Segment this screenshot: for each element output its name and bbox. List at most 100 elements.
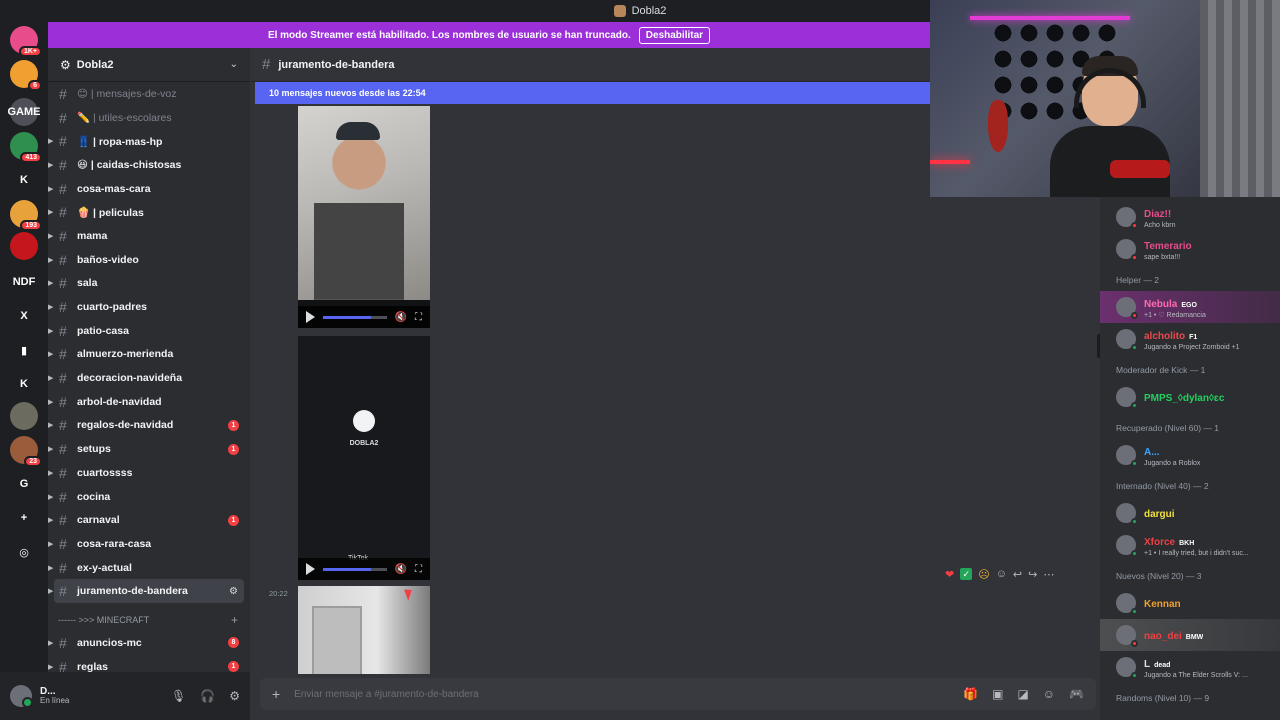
channel-item[interactable]: ▶ # reglas 1 [48, 655, 250, 672]
check-reaction-icon[interactable]: ✓ [960, 568, 973, 580]
member-text: alcholito F1 Jugando a Project Zomboid +1 [1144, 326, 1240, 352]
fullscreen-icon[interactable]: ⛶ [415, 564, 422, 575]
new-messages-bar[interactable]: 10 mensajes nuevos desde las 22:54 [255, 82, 930, 104]
server-icon[interactable]: 1K+ [10, 26, 42, 57]
member-item[interactable]: alcholito F1 Jugando a Project Zomboid +1 [1100, 323, 1280, 355]
server-icon[interactable]: X [10, 302, 38, 330]
channel-item[interactable]: ▶ # 👖 | ropa-mas-hp [48, 129, 250, 153]
chevron-down-icon[interactable]: ⌄ [230, 59, 238, 70]
channel-item[interactable]: ▶ # arbol-de-navidad [48, 390, 250, 414]
category-minecraft[interactable]: ------ >>> MINECRAFT + [48, 609, 250, 631]
message-input[interactable]: Enviar mensaje a #juramento-de-bandera [294, 689, 479, 700]
server-header[interactable]: ⚙ Dobla2 ⌄ [48, 48, 250, 82]
server-icon[interactable] [10, 402, 38, 430]
server-icon[interactable]: G [10, 470, 38, 498]
headphones-icon[interactable]: 🎧 [200, 689, 215, 703]
message-actions: ❤ ✓ ☹ ☺ ↩ ↪ ⋯ [945, 568, 1054, 581]
message-composer[interactable]: + Enviar mensaje a #juramento-de-bandera… [260, 678, 1096, 710]
member-item[interactable]: Kennan [1100, 587, 1280, 619]
fullscreen-icon[interactable]: ⛶ [415, 312, 422, 323]
member-item[interactable]: PMPS_◊dylan◊ɛc [1100, 381, 1280, 413]
notification-badge: 1K+ [18, 46, 42, 57]
emoji-reaction-icon[interactable]: ☹ [978, 568, 989, 581]
heart-reaction-icon[interactable]: ❤ [945, 568, 954, 581]
channel-item-active[interactable]: ▶ # juramento-de-bandera ⚙ [48, 579, 244, 604]
video-attachment[interactable]: DOBLA2 TikTok 🔇 ⛶ [298, 336, 430, 580]
server-icon[interactable]: ▮ [10, 336, 38, 364]
collapse-arrow-icon: ▶ [48, 639, 54, 647]
channel-item[interactable]: ▶ # decoracion-navideña [48, 366, 250, 390]
channel-item[interactable]: ▶ # ex-y-actual [48, 556, 250, 580]
channel-item[interactable]: ▶ # cuarto-padres [48, 295, 250, 319]
attach-plus-icon[interactable]: + [272, 686, 280, 702]
play-icon[interactable] [306, 311, 315, 323]
video-attachment[interactable]: 🔇 ⛶ [298, 106, 430, 328]
server-icon[interactable]: 413 [10, 132, 42, 163]
channel-label: anuncios-mc [77, 636, 142, 649]
user-avatar[interactable] [10, 685, 33, 708]
server-icon[interactable]: ◎ [10, 538, 38, 566]
gif-icon[interactable]: ▣ [992, 687, 1003, 701]
apps-icon[interactable]: 🎮 [1069, 687, 1084, 701]
member-item[interactable]: Diaz!! Acho kbrn [1100, 201, 1280, 233]
member-item[interactable]: dargui [1100, 497, 1280, 529]
channel-item[interactable]: ▶ # cosa-mas-cara [48, 177, 250, 201]
play-icon[interactable] [306, 563, 315, 575]
member-item[interactable]: Xforce BKH +1 • I really tried, but i didn… [1100, 529, 1280, 561]
server-icon[interactable]: K [10, 370, 38, 398]
emoji-icon[interactable]: ☺ [1043, 687, 1055, 701]
channel-item[interactable]: ▶ # cuartossss [48, 461, 250, 485]
channel-settings-icon[interactable]: ⚙ [229, 586, 238, 597]
gift-icon[interactable]: 🎁 [963, 687, 978, 701]
channel-item[interactable]: ▶ # regalos-de-navidad 1 [48, 414, 250, 438]
more-icon[interactable]: ⋯ [1043, 568, 1054, 581]
channel-item[interactable]: ▶ # setups 1 [48, 437, 250, 461]
channel-item[interactable]: # 😊 | mensajes-de-voz [48, 82, 250, 106]
channel-label: arbol-de-navidad [77, 395, 162, 408]
channel-label: sala [77, 277, 98, 290]
member-item[interactable]: Nebula EGO +1 • ♡ Redamancia [1100, 291, 1280, 323]
disable-streamer-button[interactable]: Deshabilitar [638, 26, 711, 44]
server-icon[interactable]: 23 [10, 436, 42, 467]
volume-icon[interactable]: 🔇 [395, 564, 407, 575]
server-icon[interactable]: GAME [8, 98, 41, 126]
server-icon[interactable] [10, 232, 38, 260]
forward-icon[interactable]: ↪ [1028, 568, 1037, 581]
member-tag: dead [1154, 661, 1171, 669]
channel-item[interactable]: ▶ # 😆 | caidas-chistosas [48, 153, 250, 177]
member-item[interactable]: Temerario sape bxta!!! [1100, 233, 1280, 265]
avatar [1116, 329, 1138, 351]
add-reaction-icon[interactable]: ☺ [996, 568, 1007, 581]
member-text: Nebula EGO +1 • ♡ Redamancia [1144, 294, 1206, 320]
channel-item[interactable]: ▶ # patio-casa [48, 319, 250, 343]
reply-icon[interactable]: ↩ [1013, 568, 1022, 581]
channel-item[interactable]: ▶ # sala [48, 272, 250, 296]
channel-item[interactable]: ▶ # anuncios-mc 8 [48, 631, 250, 655]
channel-item[interactable]: ▶ # cocina [48, 485, 250, 509]
video-progress[interactable] [323, 567, 387, 571]
server-icon[interactable]: NDF [10, 268, 38, 296]
server-icon[interactable]: 193 [10, 200, 42, 231]
server-icon[interactable]: 6 [10, 60, 42, 91]
video-progress[interactable] [323, 315, 387, 319]
channel-item[interactable]: ▶ # baños-video [48, 248, 250, 272]
channel-item[interactable]: ▶ # almuerzo-merienda [48, 343, 250, 367]
channel-item[interactable]: # ✏️ | utiles-escolares [48, 106, 250, 130]
channel-item[interactable]: ▶ # carnaval 1 [48, 508, 250, 532]
channel-item[interactable]: ▶ # 🍿 | peliculas [48, 200, 250, 224]
member-item[interactable]: Ldead Jugando a The Elder Scrolls V: ... [1100, 651, 1280, 683]
server-icon[interactable]: + [10, 504, 38, 532]
settings-gear-icon[interactable]: ⚙ [229, 689, 240, 703]
add-channel-icon[interactable]: + [231, 613, 238, 627]
microphone-icon[interactable]: 🎙 [171, 689, 186, 703]
volume-icon[interactable]: 🔇 [395, 312, 407, 323]
channel-label: cosa-mas-cara [77, 182, 151, 195]
member-item[interactable]: A... Jugando a Roblox [1100, 439, 1280, 471]
member-item[interactable]: nao_dei BMW [1100, 619, 1280, 651]
member-text: Temerario sape bxta!!! [1144, 236, 1192, 262]
channel-item[interactable]: ▶ # cosa-rara-casa [48, 532, 250, 556]
sticker-icon[interactable]: ◪ [1017, 687, 1028, 701]
channel-item[interactable]: ▶ # mama [48, 224, 250, 248]
avatar [1116, 535, 1138, 557]
server-icon[interactable]: K [10, 166, 38, 194]
